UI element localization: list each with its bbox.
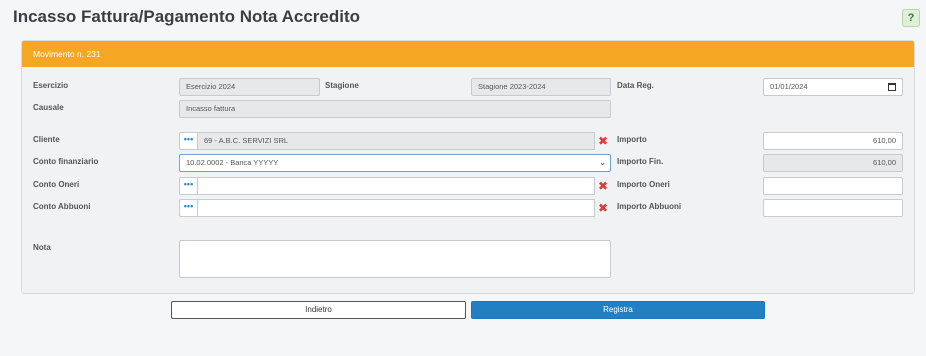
page-title: Incasso Fattura/Pagamento Nota Accredito — [13, 7, 361, 26]
importo-fin-label: Importo Fin. — [617, 157, 664, 166]
conto-finanziario-value: 10.02.0002 - Banca YYYYY — [186, 158, 279, 167]
cliente-field: 69 - A.B.C. SERVIZI SRL — [197, 132, 595, 150]
importo-abbuoni-label: Importo Abbuoni — [617, 202, 682, 211]
importo-oneri-input[interactable] — [763, 177, 903, 195]
esercizio-label: Esercizio — [33, 81, 69, 90]
importo-label: Importo — [617, 135, 647, 144]
importo-oneri-label: Importo Oneri — [617, 180, 670, 189]
chevron-down-icon: ⌄ — [599, 158, 606, 167]
panel-header: Movimento n. 231 — [22, 41, 914, 67]
importo-fin-field: 610,00 — [763, 154, 903, 172]
conto-finanziario-select[interactable]: 10.02.0002 - Banca YYYYY ⌄ — [179, 154, 611, 172]
help-button[interactable]: ? — [902, 9, 920, 27]
data-reg-input[interactable]: 01/01/2024 — [763, 78, 903, 96]
causale-label: Causale — [33, 103, 64, 112]
calendar-icon[interactable] — [888, 83, 896, 91]
conto-oneri-clear-icon[interactable]: ✖ — [595, 177, 611, 195]
conto-abbuoni-clear-icon[interactable]: ✖ — [595, 199, 611, 217]
conto-oneri-label: Conto Oneri — [33, 180, 80, 189]
nota-textarea[interactable] — [179, 240, 611, 278]
cliente-clear-icon[interactable]: ✖ — [595, 132, 611, 150]
nota-label: Nota — [33, 243, 51, 252]
data-reg-value: 01/01/2024 — [770, 82, 808, 91]
back-button[interactable]: Indietro — [171, 301, 466, 319]
importo-abbuoni-input[interactable] — [763, 199, 903, 217]
causale-field: Incasso fattura — [179, 100, 611, 118]
conto-finanziario-label: Conto finanziario — [33, 157, 99, 166]
stagione-label: Stagione — [325, 81, 359, 90]
importo-input[interactable]: 610,00 — [763, 132, 903, 150]
conto-abbuoni-input[interactable] — [197, 199, 595, 217]
conto-abbuoni-label: Conto Abbuoni — [33, 202, 91, 211]
stagione-field: Stagione 2023-2024 — [471, 78, 611, 96]
cliente-lookup-button[interactable]: ••• — [179, 132, 197, 150]
save-button[interactable]: Registra — [471, 301, 765, 319]
conto-abbuoni-lookup-button[interactable]: ••• — [179, 199, 197, 217]
conto-oneri-input[interactable] — [197, 177, 595, 195]
cliente-label: Cliente — [33, 135, 60, 144]
esercizio-field: Esercizio 2024 — [179, 78, 320, 96]
movement-panel: Movimento n. 231 Esercizio Esercizio 202… — [21, 40, 915, 294]
data-reg-label: Data Reg. — [617, 81, 654, 90]
conto-oneri-lookup-button[interactable]: ••• — [179, 177, 197, 195]
